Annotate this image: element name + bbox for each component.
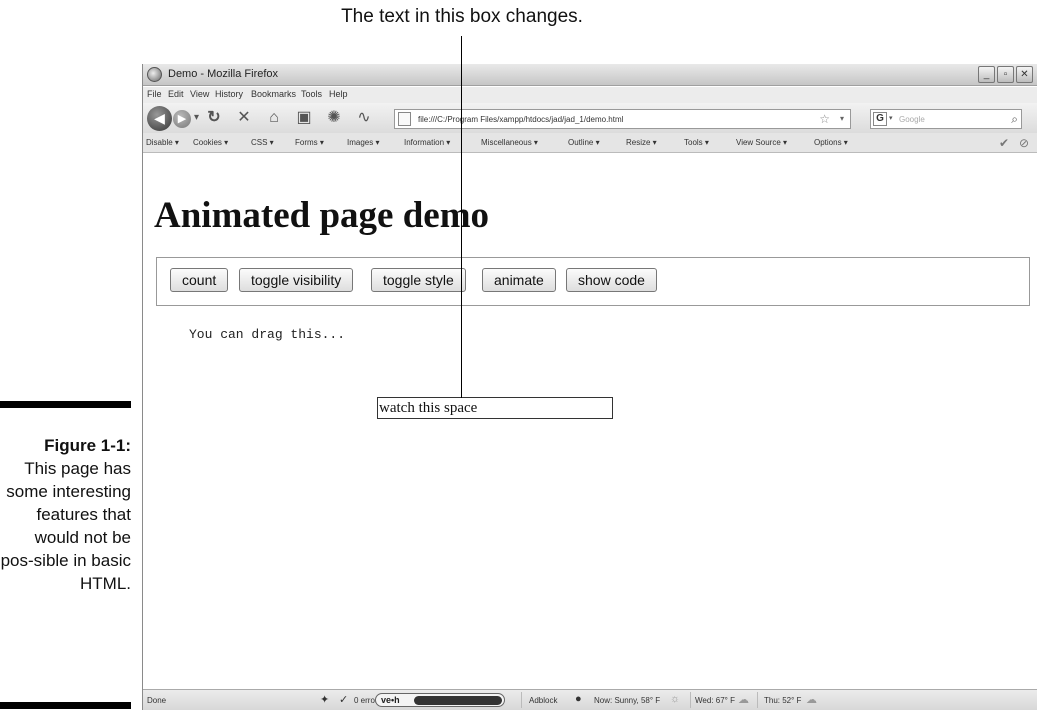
draggable-text[interactable]: You can drag this...	[189, 327, 345, 342]
weather-wed: Wed: 67° F	[695, 696, 735, 705]
status-bar: Done ✦ ✓ 0 errors / 0 warnings ve•h Adbl…	[143, 689, 1037, 710]
show-code-button[interactable]: show code	[566, 268, 657, 292]
validation-status-icon[interactable]: ✓	[339, 693, 348, 706]
status-circle-icon[interactable]: ⊘	[1019, 136, 1029, 150]
caption-rule-bottom	[0, 702, 131, 709]
url-dropdown-icon[interactable]: ▾	[840, 114, 844, 123]
web-developer-icon[interactable]: ▣	[294, 108, 314, 128]
devbar-forms[interactable]: Forms ▾	[295, 138, 324, 147]
devbar-css[interactable]: CSS ▾	[251, 138, 274, 147]
validation-check-icon[interactable]: ✔	[999, 136, 1009, 150]
browser-window: Demo - Mozilla Firefox _ ▫ ✕ File Edit V…	[142, 64, 1037, 710]
devbar-tools[interactable]: Tools ▾	[684, 138, 709, 147]
window-controls: _ ▫ ✕	[978, 66, 1033, 83]
bookmark-star-icon[interactable]: ☆	[819, 112, 830, 126]
toggle-style-button[interactable]: toggle style	[371, 268, 466, 292]
vetch-label: ve•h	[381, 695, 400, 705]
vetch-addon[interactable]: ve•h	[375, 693, 505, 707]
cloud-icon: ☁	[738, 694, 749, 706]
maximize-button[interactable]: ▫	[997, 66, 1014, 83]
reload-icon[interactable]: ↻	[204, 108, 224, 128]
weather-thu: Thu: 52° F	[764, 696, 802, 705]
devbar-resize[interactable]: Resize ▾	[626, 138, 657, 147]
forward-button[interactable]: ▶	[173, 110, 191, 128]
page-content: Animated page demo count toggle visibili…	[143, 154, 1037, 689]
devbar-information[interactable]: Information ▾	[404, 138, 450, 147]
close-button[interactable]: ✕	[1016, 66, 1033, 83]
search-placeholder: Google	[899, 115, 925, 124]
status-separator	[690, 692, 691, 708]
caption-rule-top	[0, 401, 131, 408]
devbar-view-source[interactable]: View Source ▾	[736, 138, 787, 147]
menu-help[interactable]: Help	[329, 89, 348, 99]
watch-this-space-box: watch this space	[377, 397, 613, 419]
search-engine-icon[interactable]: G	[873, 112, 887, 126]
menu-bar: File Edit View History Bookmarks Tools H…	[143, 87, 1037, 103]
menu-edit[interactable]: Edit	[168, 89, 184, 99]
window-title: Demo - Mozilla Firefox	[168, 68, 279, 80]
search-bar[interactable]: G ▾ Google ⌕	[870, 109, 1022, 129]
status-text: Done	[147, 696, 167, 705]
web-developer-toolbar: Disable ▾ Cookies ▾ CSS ▾ Forms ▾ Images…	[143, 133, 1037, 153]
button-panel: count toggle visibility toggle style ani…	[156, 257, 1030, 306]
home-icon[interactable]: ⌂	[264, 108, 284, 128]
status-separator	[521, 692, 522, 708]
title-bar: Demo - Mozilla Firefox _ ▫ ✕	[143, 64, 1037, 86]
menu-tools[interactable]: Tools	[301, 89, 322, 99]
stop-icon[interactable]: ✕	[234, 108, 254, 128]
count-button[interactable]: count	[170, 268, 229, 292]
sun-icon: ☼	[670, 693, 681, 705]
navigation-toolbar: ◀ ▶ ▾ ↻ ✕ ⌂ ▣ ✺ ∿ file:///C:/Program Fil…	[143, 103, 1037, 133]
menu-view[interactable]: View	[190, 89, 209, 99]
search-engine-dropdown-icon[interactable]: ▾	[889, 114, 893, 122]
menu-file[interactable]: File	[147, 89, 162, 99]
devbar-images[interactable]: Images ▾	[347, 138, 379, 147]
menu-bookmarks[interactable]: Bookmarks	[251, 89, 296, 99]
figure-caption: Figure 1-1: This page has some interesti…	[0, 434, 131, 595]
firebug-icon[interactable]: ✺	[324, 108, 344, 128]
firebug-status-icon[interactable]: ✦	[320, 693, 329, 706]
devbar-outline[interactable]: Outline ▾	[568, 138, 600, 147]
page-title: Animated page demo	[154, 195, 490, 236]
devbar-disable[interactable]: Disable ▾	[146, 138, 179, 147]
adblock-status[interactable]: Adblock	[529, 696, 557, 705]
cloud-icon: ☁	[806, 694, 817, 706]
search-icon[interactable]: ⌕	[1011, 112, 1018, 127]
vetch-indicator	[414, 696, 502, 705]
devbar-cookies[interactable]: Cookies ▾	[193, 138, 228, 147]
firefox-icon	[147, 67, 162, 82]
back-button[interactable]: ◀	[147, 106, 172, 131]
minimize-button[interactable]: _	[978, 66, 995, 83]
toggle-visibility-button[interactable]: toggle visibility	[239, 268, 354, 292]
menu-history[interactable]: History	[215, 89, 243, 99]
caption-text: This page has some interesting features …	[0, 459, 131, 593]
history-dropdown-icon[interactable]: ▾	[194, 112, 199, 123]
devbar-miscellaneous[interactable]: Miscellaneous ▾	[481, 138, 538, 147]
page-icon	[398, 112, 411, 126]
figure-label: Figure 1-1:	[44, 436, 131, 455]
devbar-options[interactable]: Options ▾	[814, 138, 848, 147]
url-text: file:///C:/Program Files/xampp/htdocs/ja…	[418, 115, 624, 124]
animate-button[interactable]: animate	[482, 268, 556, 292]
url-bar[interactable]: file:///C:/Program Files/xampp/htdocs/ja…	[394, 109, 851, 129]
rss-icon[interactable]: ∿	[354, 108, 374, 128]
status-separator	[757, 692, 758, 708]
callout-line	[461, 36, 462, 398]
globe-icon: ●	[575, 693, 582, 705]
weather-now: Now: Sunny, 58° F	[594, 696, 661, 705]
callout-text: The text in this box changes.	[341, 6, 583, 27]
